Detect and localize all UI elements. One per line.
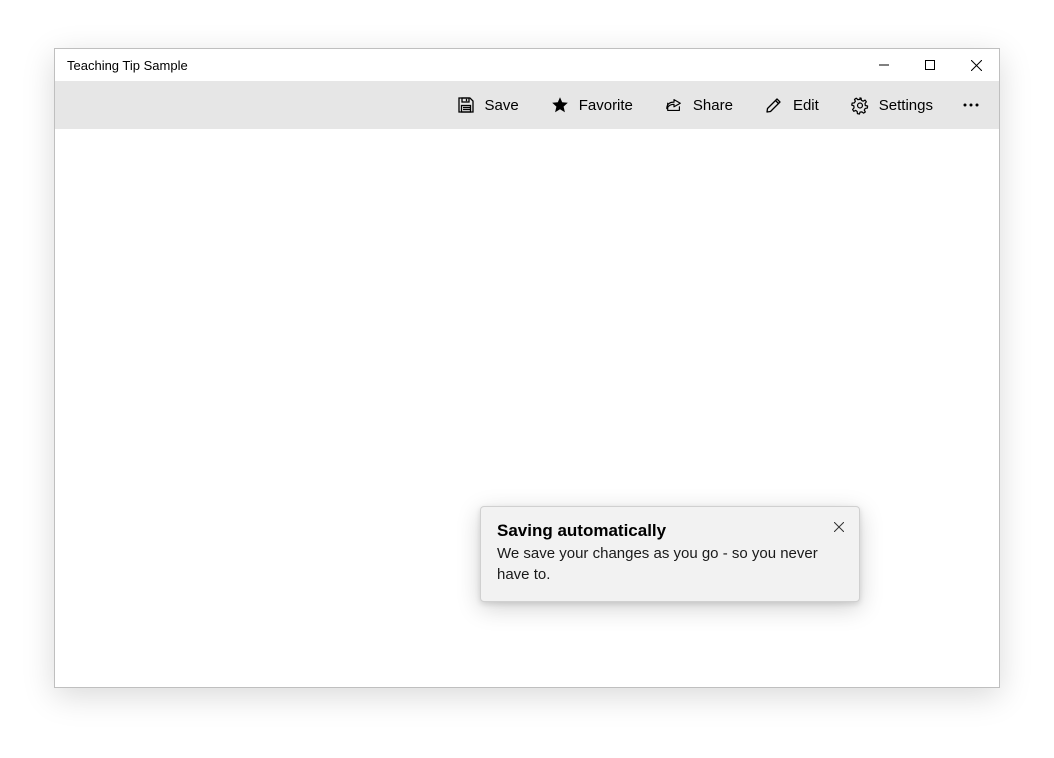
settings-label: Settings (879, 97, 933, 114)
content-area: Saving automatically We save your change… (55, 129, 999, 687)
favorite-label: Favorite (579, 97, 633, 114)
title-bar: Teaching Tip Sample (55, 49, 999, 81)
window-title: Teaching Tip Sample (67, 58, 188, 73)
command-bar: Save Favorite Share (55, 81, 999, 129)
close-button[interactable] (953, 49, 999, 81)
star-icon (551, 96, 569, 114)
save-button[interactable]: Save (443, 88, 533, 122)
save-icon (457, 96, 475, 114)
share-button[interactable]: Share (651, 88, 747, 122)
gear-icon (851, 96, 869, 114)
close-icon (834, 522, 844, 532)
teaching-tip-close-button[interactable] (829, 517, 849, 537)
maximize-icon (925, 60, 935, 70)
minimize-icon (879, 60, 889, 70)
close-icon (971, 60, 982, 71)
share-icon (665, 96, 683, 114)
save-label: Save (485, 97, 519, 114)
settings-button[interactable]: Settings (837, 88, 947, 122)
pencil-icon (765, 96, 783, 114)
teaching-tip: Saving automatically We save your change… (480, 506, 860, 602)
favorite-button[interactable]: Favorite (537, 88, 647, 122)
more-icon (963, 103, 979, 107)
more-button[interactable] (951, 85, 991, 125)
share-label: Share (693, 97, 733, 114)
teaching-tip-body: We save your changes as you go - so you … (497, 543, 843, 585)
minimize-button[interactable] (861, 49, 907, 81)
edit-label: Edit (793, 97, 819, 114)
edit-button[interactable]: Edit (751, 88, 833, 122)
window-controls (861, 49, 999, 81)
maximize-button[interactable] (907, 49, 953, 81)
teaching-tip-title: Saving automatically (497, 521, 843, 541)
app-window: Teaching Tip Sample (54, 48, 1000, 688)
